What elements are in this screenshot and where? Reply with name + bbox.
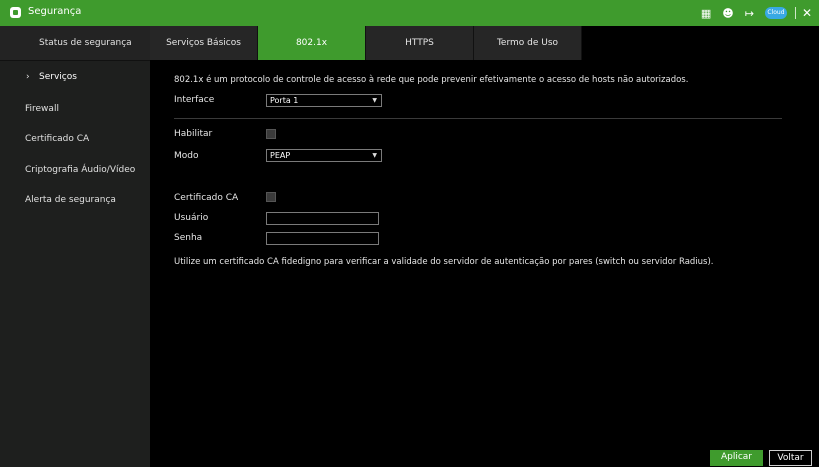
chevron-right-icon: › [26,72,30,82]
chevron-down-icon: ▼ [372,152,377,159]
sidebar-item-criptografia[interactable]: Criptografia Áudio/Vídeo [0,155,150,185]
interface-value: Porta 1 [270,96,299,105]
interface-label: Interface [174,95,215,105]
sidebar-item-label: Criptografia Áudio/Vídeo [25,165,136,175]
tab-bar: Serviços Básicos 802.1x HTTPS Termo de U… [150,26,819,60]
tab-servicos-basicos[interactable]: Serviços Básicos [150,26,258,60]
password-label: Senha [174,233,203,243]
sidebar-item-label: Serviços [39,72,77,82]
tab-termo-de-uso[interactable]: Termo de Uso [474,26,582,60]
grid-calendar-icon[interactable]: ▦ [701,7,711,20]
ca-cert-checkbox[interactable] [266,192,276,202]
sidebar-item-servicos[interactable]: › Serviços [0,62,150,92]
mode-select[interactable]: PEAP ▼ [266,149,382,162]
user-label: Usuário [174,213,209,223]
main-panel: 802.1x é um protocolo de controle de ace… [150,60,819,467]
back-button[interactable]: Voltar [769,450,812,466]
tab-https[interactable]: HTTPS [366,26,474,60]
toolbar-divider [794,7,796,19]
ca-cert-note: Utilize um certificado CA fidedigno para… [174,257,714,267]
sidebar-item-label: Certificado CA [25,134,90,144]
tab-802-1x[interactable]: 802.1x [258,26,366,60]
mode-value: PEAP [270,151,291,160]
sidebar-item-certificado-ca[interactable]: Certificado CA [0,124,150,154]
mode-label: Modo [174,151,199,161]
sidebar-item-label: Status de segurança [39,38,132,48]
users-icon[interactable]: ☻ [722,7,733,20]
sidebar-item-alerta-seguranca[interactable]: Alerta de segurança [0,185,150,215]
sidebar-item-label: Alerta de segurança [25,195,116,205]
toolbar-icons: ▦ ☻ ↦ Cloud ✕ [701,0,819,26]
page-description: 802.1x é um protocolo de controle de ace… [174,75,689,85]
security-app-icon [10,7,21,18]
sidebar: Status de segurança › Serviços Firewall … [0,26,150,467]
cloud-icon[interactable]: Cloud [764,7,787,19]
sidebar-item-status-seguranca[interactable]: Status de segurança [0,26,150,61]
section-divider [174,118,782,119]
interface-select[interactable]: Porta 1 ▼ [266,94,382,107]
chevron-down-icon: ▼ [372,97,377,104]
close-icon[interactable]: ✕ [802,6,812,20]
window-title: Segurança [28,6,82,17]
apply-button[interactable]: Aplicar [710,450,763,466]
title-bar: Segurança ▦ ☻ ↦ Cloud ✕ [0,0,819,26]
enable-label: Habilitar [174,129,213,139]
user-input[interactable] [266,212,379,225]
logout-icon[interactable]: ↦ [745,7,754,20]
enable-checkbox[interactable] [266,129,276,139]
sidebar-item-firewall[interactable]: Firewall [0,94,150,124]
password-input[interactable] [266,232,379,245]
ca-cert-label: Certificado CA [174,193,239,203]
sidebar-item-label: Firewall [25,104,59,114]
